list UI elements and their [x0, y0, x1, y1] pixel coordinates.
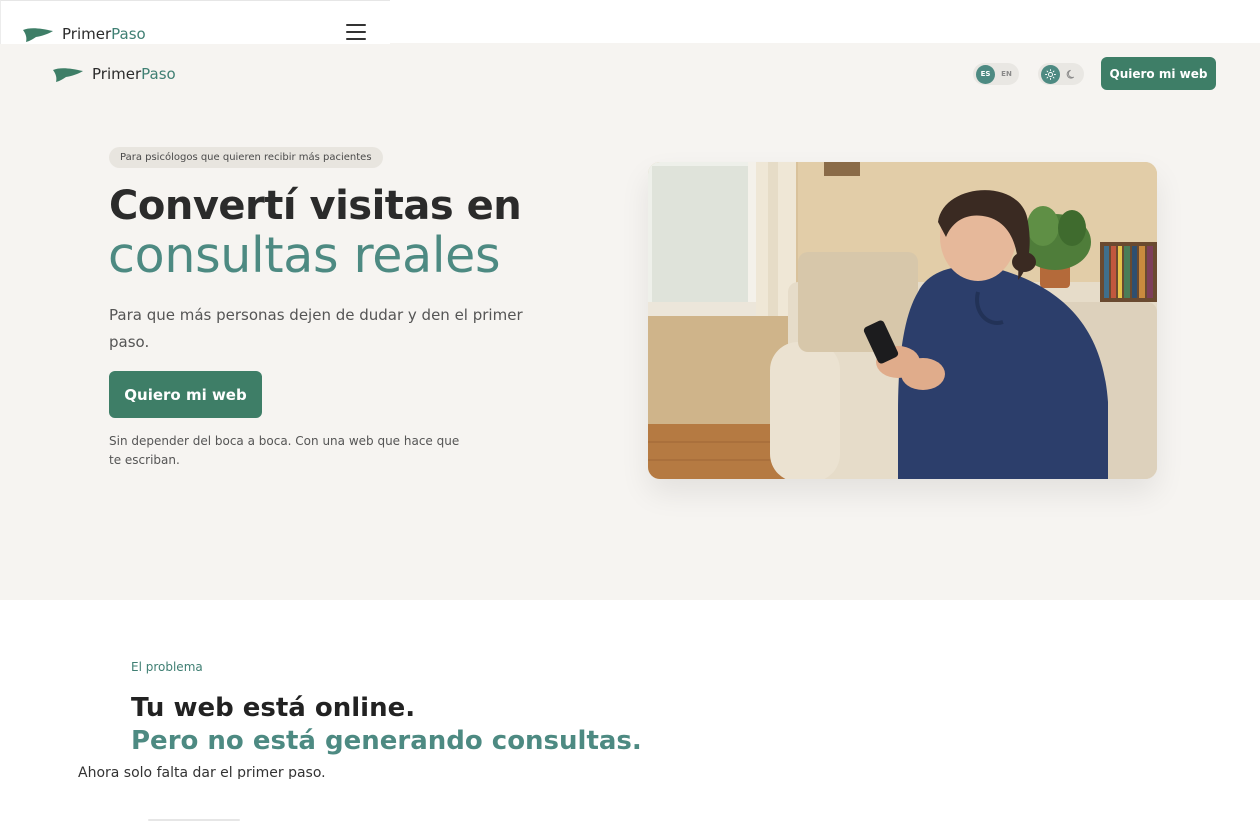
mobile-header: PrimerPaso: [0, 0, 390, 44]
hero-title-line1: Convertí visitas en: [109, 183, 522, 229]
lang-option-en[interactable]: EN: [997, 65, 1016, 84]
page: PrimerPaso PrimerPaso ES EN Quiero mi we…: [0, 0, 1260, 832]
hero-title-line2: consultas reales: [108, 227, 501, 284]
audience-tag: Para psicólogos que quieren recibir más …: [109, 147, 383, 168]
logo-leaf-icon: [53, 68, 83, 82]
nav-logo[interactable]: PrimerPaso: [52, 65, 176, 83]
logo-text-primary: Primer: [92, 65, 142, 83]
logo-text-accent: Paso: [111, 25, 146, 43]
hero-section: PrimerPaso ES EN Quiero mi web Para psic…: [0, 43, 1260, 600]
logo-text: PrimerPaso: [62, 25, 146, 43]
logo-text-accent: Paso: [141, 65, 176, 83]
lang-option-es[interactable]: ES: [976, 64, 995, 84]
hamburger-menu-icon[interactable]: [346, 24, 366, 40]
mobile-logo[interactable]: PrimerPaso: [22, 25, 146, 43]
nav-cta-button[interactable]: Quiero mi web: [1101, 57, 1216, 90]
problem-eyebrow: El problema: [131, 660, 203, 674]
divider: [148, 819, 240, 821]
logo-text-primary: Primer: [62, 25, 112, 43]
logo-text: PrimerPaso: [92, 65, 176, 83]
hero-note: Sin depender del boca a boca. Con una we…: [109, 434, 460, 467]
hero-cta-button[interactable]: Quiero mi web: [109, 371, 262, 418]
sun-icon[interactable]: [1041, 64, 1060, 84]
logo-leaf-icon: [23, 28, 53, 42]
language-toggle[interactable]: ES EN: [973, 63, 1019, 85]
theme-toggle[interactable]: [1038, 63, 1084, 85]
clipped-text: Ahora solo falta dar el primer paso.: [78, 765, 326, 779]
moon-icon[interactable]: [1062, 65, 1081, 84]
hero-subtitle: Para que más personas dejen de dudar y d…: [109, 306, 523, 351]
hero-image: [648, 162, 1157, 479]
problem-title-line2: Pero no está generando consultas.: [131, 726, 642, 756]
problem-title-line1: Tu web está online.: [131, 693, 416, 723]
